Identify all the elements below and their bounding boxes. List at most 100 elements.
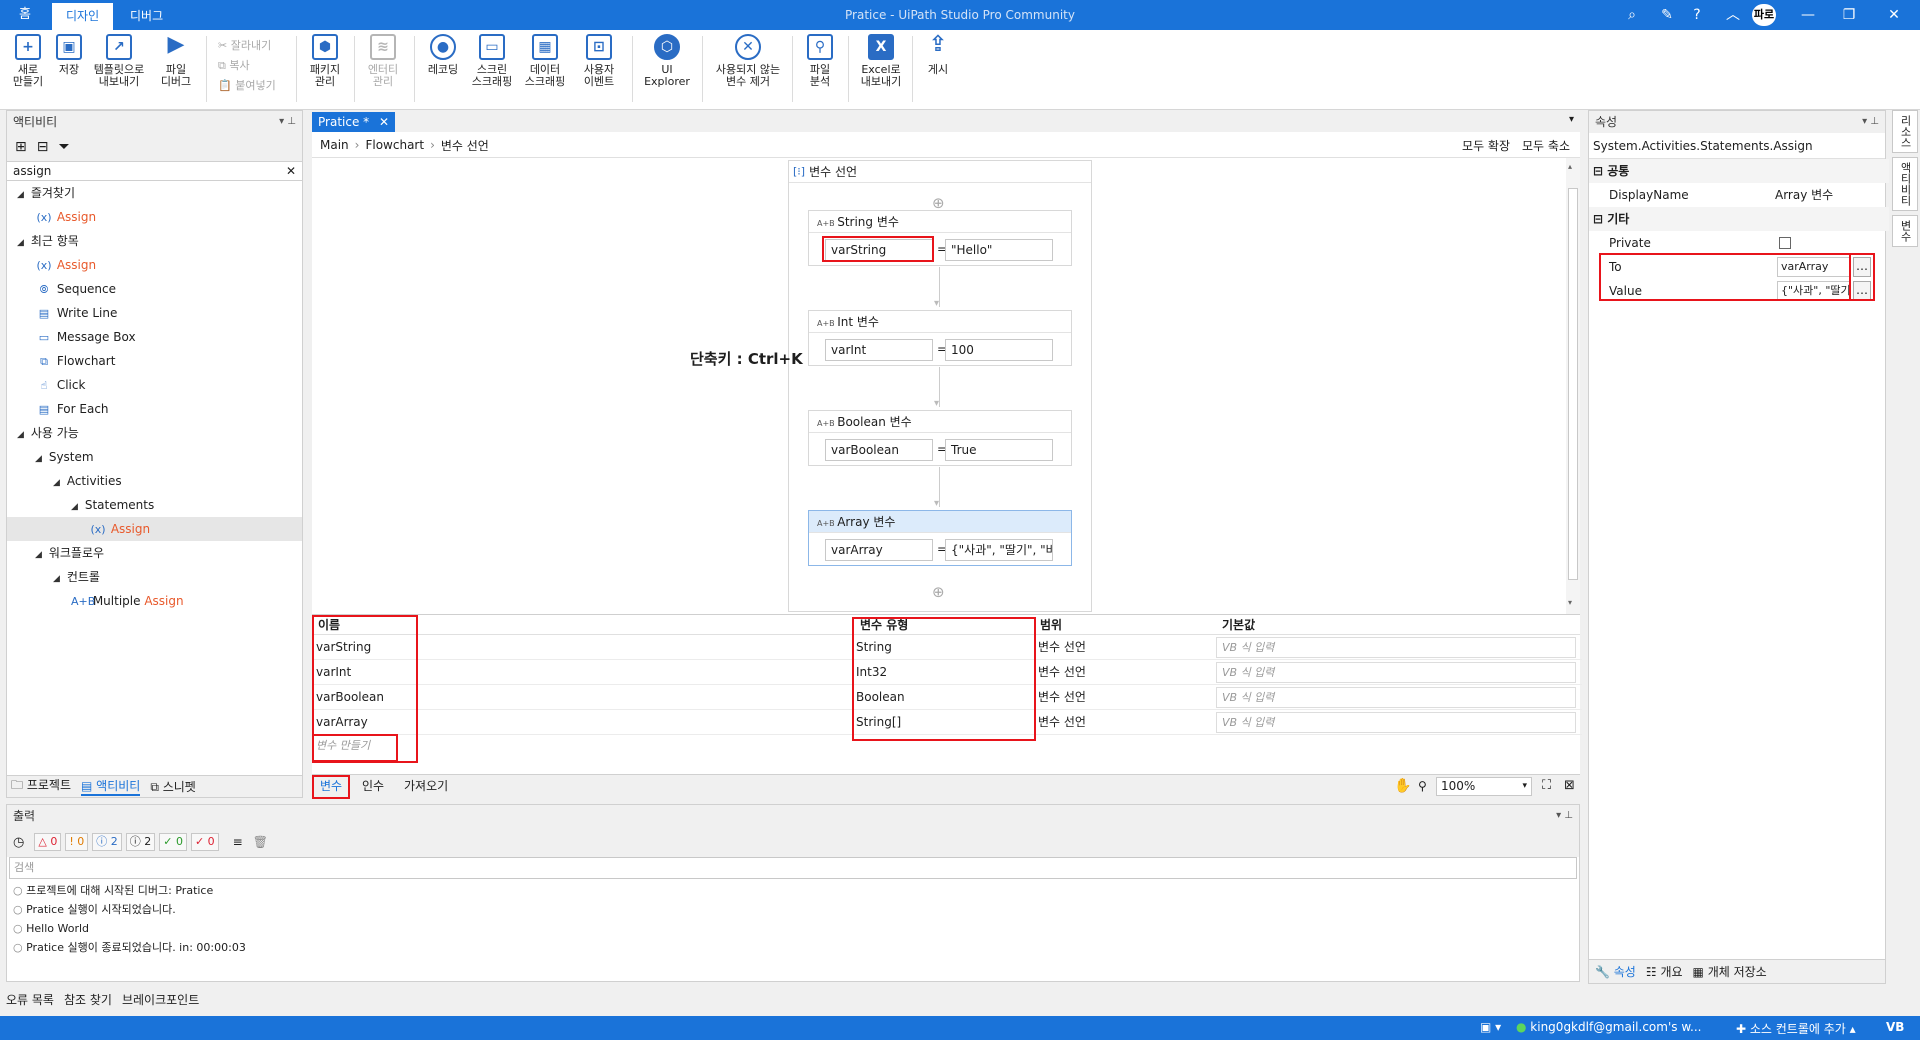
tree-item[interactable]: ◢ Statements [7, 493, 302, 517]
expand-toggle-icon[interactable]: ◢ [17, 231, 27, 255]
panel-pin-icon[interactable]: ▾ ⊥ [1862, 111, 1879, 133]
help-icon[interactable]: ? [1686, 5, 1708, 25]
tree-item[interactable]: ◢ 최근 항목 [7, 229, 302, 253]
tab-activities[interactable]: ▤ 액티비티 [81, 777, 141, 796]
paste-button[interactable]: 📋 붙여넣기 [214, 76, 284, 96]
filter-icon[interactable]: ⏷ [58, 139, 69, 155]
tree-item[interactable]: ▤ For Each [7, 397, 302, 421]
search-input[interactable]: assign [13, 164, 51, 178]
create-variable[interactable]: 변수 만들기 [316, 737, 370, 753]
tab-error-list[interactable]: 오류 목록 [6, 991, 54, 1008]
error-filter[interactable]: △ 0 [34, 833, 62, 851]
tree-item[interactable]: ◢ 컨트롤 [7, 565, 302, 589]
variable-row[interactable]: varArray String[] 변수 선언 VB 식 입력 [312, 710, 1582, 735]
private-checkbox[interactable] [1779, 237, 1791, 249]
zoom-icon[interactable]: ⚲ [1418, 779, 1427, 793]
tree-item[interactable]: ⧉ Flowchart [7, 349, 302, 373]
tab-pratice[interactable]: Pratice * ✕ [312, 112, 396, 132]
restore-icon[interactable]: ❐ [1838, 5, 1860, 25]
section-misc[interactable]: ⊟ 기타 [1589, 207, 1889, 231]
assign-value-input[interactable]: "Hello" [945, 239, 1053, 261]
variable-row[interactable]: varString String 변수 선언 VB 식 입력 [312, 635, 1582, 660]
assign-value-input[interactable]: {"사과", "딸기", "바 [945, 539, 1053, 561]
scroll-down-icon[interactable]: ▾ [1568, 598, 1578, 608]
manage-entities-button[interactable]: ≋ 엔터티 관리 [362, 32, 404, 106]
value-ellipsis-button[interactable]: … [1853, 281, 1871, 301]
info-filter[interactable]: ⓘ 2 [92, 833, 122, 851]
tree-item[interactable]: ◢ 워크플로우 [7, 541, 302, 565]
tree-item[interactable]: A+B Multiple Assign [7, 589, 302, 613]
export-excel-button[interactable]: X Excel로 내보내기 [856, 32, 906, 106]
output-line[interactable]: ○ 프로젝트에 대해 시작된 디버그: Pratice [13, 881, 213, 900]
cut-button[interactable]: ✂ 잘라내기 [214, 36, 284, 56]
displayname-value[interactable]: Array 변수 [1775, 183, 1833, 207]
breadcrumb-sequence[interactable]: 변수 선언 [441, 137, 489, 154]
to-ellipsis-button[interactable]: … [1853, 257, 1871, 277]
assign-activity[interactable]: A+B Int 변수 varInt = 100 [808, 310, 1072, 366]
tab-snippets[interactable]: ⧉ 스니펫 [150, 778, 196, 795]
notification-icon[interactable]: ▣ ▾ [1480, 1020, 1501, 1034]
manage-packages-button[interactable]: ⬢ 패키지 관리 [304, 32, 346, 106]
scroll-up-icon[interactable]: ▴ [1568, 162, 1578, 172]
panel-pin-icon[interactable]: ▾ ⊥ [1556, 805, 1573, 827]
tree-item[interactable]: ◢ System [7, 445, 302, 469]
fit-screen-icon[interactable]: ⛶ [1542, 778, 1551, 793]
activities-search[interactable]: assign ✕ [7, 161, 302, 181]
tab-project[interactable]: 🗀 프로젝트 [11, 776, 71, 797]
warning-filter[interactable]: ! 0 [65, 833, 89, 851]
tree-item[interactable]: ◢ 즐겨찾기 [7, 181, 302, 205]
trace-filter[interactable]: ⓘ 2 [125, 833, 156, 851]
data-scraping-button[interactable]: ▦ 데이터 스크래핑 [520, 32, 570, 106]
collapse-all-button[interactable]: 모두 축소 [1522, 137, 1570, 154]
user-status[interactable]: ● king0gkdlf@gmail.com's w... [1516, 1020, 1701, 1034]
close-icon[interactable]: ✕ [1883, 5, 1905, 25]
assign-activity[interactable]: A+B Boolean 변수 varBoolean = True [808, 410, 1072, 466]
debug-file-button[interactable]: ▶ 파일 디버그 [154, 32, 198, 106]
scrollbar-thumb[interactable] [1568, 188, 1578, 580]
variable-type[interactable]: String[] [856, 710, 901, 735]
clock-icon[interactable]: ◷ [13, 835, 24, 850]
clear-search-icon[interactable]: ✕ [286, 164, 296, 178]
assign-to-input[interactable]: varBoolean [825, 439, 933, 461]
variable-row[interactable]: varBoolean Boolean 변수 선언 VB 식 입력 [312, 685, 1582, 710]
feedback-icon[interactable]: ✎ [1656, 5, 1678, 25]
vertical-scrollbar[interactable]: ▴ ▾ [1566, 158, 1580, 614]
home-tab[interactable]: 홈 [10, 0, 40, 30]
variable-row[interactable]: varInt Int32 변수 선언 VB 식 입력 [312, 660, 1582, 685]
trash-icon[interactable]: 🗑 [253, 835, 268, 849]
value-value-input[interactable]: {"사과", "딸기", [1777, 281, 1851, 301]
assign-activity[interactable]: A+B String 변수 varString = "Hello" [808, 210, 1072, 266]
variable-type[interactable]: String [856, 635, 892, 660]
assign-value-input[interactable]: True [945, 439, 1053, 461]
assign-to-input[interactable]: varArray [825, 539, 933, 561]
expand-toggle-icon[interactable]: ◢ [17, 423, 27, 447]
close-tab-icon[interactable]: ✕ [379, 115, 389, 129]
tab-debug[interactable]: 디버그 [116, 3, 177, 30]
collapse-all-icon[interactable]: ⊟ [37, 139, 49, 155]
tab-design[interactable]: 디자인 [52, 3, 114, 30]
assign-to-input[interactable]: varString [825, 239, 933, 261]
assign-to-input[interactable]: varInt [825, 339, 933, 361]
save-button[interactable]: ▣ 저장 [54, 32, 84, 106]
remove-unused-button[interactable]: ✕ 사용되지 않는 변수 제거 [710, 32, 786, 106]
breadcrumb-flowchart[interactable]: Flowchart [365, 138, 424, 152]
expand-toggle-icon[interactable]: ◢ [35, 447, 45, 471]
tree-item[interactable]: (x) Assign [7, 205, 302, 229]
panel-pin-icon[interactable]: ▾ ⊥ [279, 111, 296, 133]
expand-toggle-icon[interactable]: ◢ [53, 567, 63, 591]
variable-name[interactable]: varInt [316, 660, 351, 685]
variable-type[interactable]: Int32 [856, 660, 887, 685]
expand-toggle-icon[interactable]: ◢ [53, 471, 63, 495]
minimize-icon[interactable]: — [1797, 5, 1819, 25]
user-events-button[interactable]: ⊡ 사용자 이벤트 [574, 32, 624, 106]
rail-activities[interactable]: 액티비티 [1892, 157, 1918, 211]
ui-explorer-button[interactable]: ⬡ UI Explorer [640, 32, 694, 106]
output-line[interactable]: ○ Pratice 실행이 종료되었습니다. in: 00:00:03 [13, 938, 246, 957]
tree-item[interactable]: ⦾ Sequence [7, 277, 302, 301]
tab-imports[interactable]: 가져오기 [398, 775, 454, 797]
add-activity-icon[interactable]: ⊕ [932, 583, 945, 601]
tab-dropdown-icon[interactable]: ▾ [1569, 114, 1574, 125]
tab-outline[interactable]: ☷ 개요 [1646, 963, 1683, 980]
expand-toggle-icon[interactable]: ◢ [71, 495, 81, 519]
copy-button[interactable]: ⧉ 복사 [214, 56, 284, 76]
